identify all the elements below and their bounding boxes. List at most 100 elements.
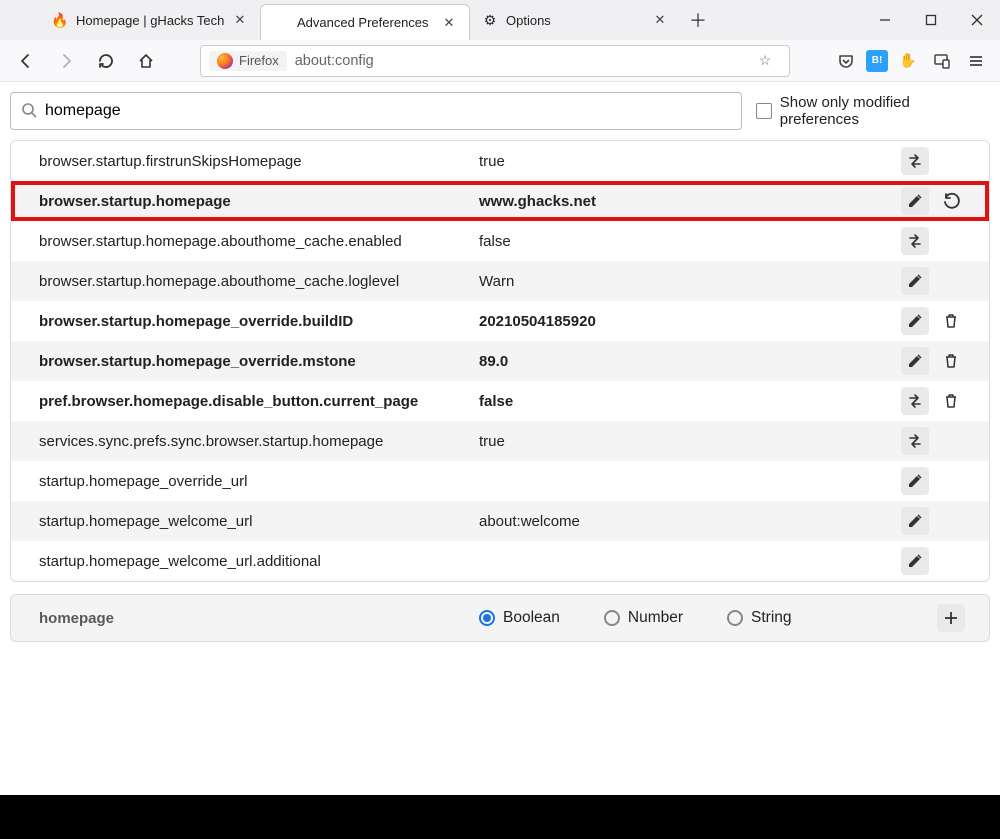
pref-row[interactable]: browser.startup.firstrunSkipsHomepagetru… [11,141,989,181]
delete-button[interactable] [937,347,965,375]
pref-name: browser.startup.firstrunSkipsHomepage [39,153,479,170]
minimize-button[interactable] [862,0,908,40]
pref-row[interactable]: startup.homepage_override_url [11,461,989,501]
toggle-button[interactable] [901,147,929,175]
url-bar[interactable]: Firefox ☆ [200,45,790,77]
pref-row[interactable]: browser.startup.homepage_override.buildI… [11,301,989,341]
toggle-button[interactable] [901,427,929,455]
pref-name: startup.homepage_welcome_url [39,513,479,530]
pref-row[interactable]: startup.homepage_welcome_urlabout:welcom… [11,501,989,541]
tab-label: Options [506,13,644,28]
pref-row[interactable]: browser.startup.homepagewww.ghacks.net [11,181,989,221]
toggle-button[interactable] [901,227,929,255]
close-icon[interactable]: ✕ [232,12,248,28]
pref-name: services.sync.prefs.sync.browser.startup… [39,433,479,450]
bookmark-star-icon[interactable]: ☆ [749,45,781,77]
new-pref-name: homepage [39,610,479,627]
radio-label: Number [628,609,683,627]
toggle-button[interactable] [901,387,929,415]
pocket-icon[interactable] [832,47,860,75]
type-radio-string[interactable]: String [727,609,792,627]
filter-row: Show only modified preferences [10,92,990,130]
pref-row[interactable]: browser.startup.homepage_override.mstone… [11,341,989,381]
radio-label: String [751,609,792,627]
add-pref-button[interactable] [937,604,965,632]
pref-value: Warn [479,273,893,290]
tab-strip: 🔥 Homepage | gHacks Technolog ✕ Advanced… [0,0,1000,40]
hatena-extension-icon[interactable]: B! [866,50,888,72]
delete-button[interactable] [937,307,965,335]
pref-row[interactable]: browser.startup.homepage.abouthome_cache… [11,261,989,301]
close-icon[interactable]: ✕ [652,12,668,28]
pref-name: browser.startup.homepage_override.buildI… [39,313,479,330]
firefox-logo-icon [217,53,233,69]
delete-button[interactable] [937,387,965,415]
pref-value: www.ghacks.net [479,193,893,210]
maximize-button[interactable] [908,0,954,40]
new-pref-row: homepage Boolean Number String [10,594,990,642]
home-button[interactable] [130,45,162,77]
tab-advanced-preferences[interactable]: Advanced Preferences ✕ [260,4,470,40]
new-pref-type-group: Boolean Number String [479,609,929,627]
pref-value: about:welcome [479,513,893,530]
pref-row[interactable]: browser.startup.homepage.abouthome_cache… [11,221,989,261]
pref-name: startup.homepage_welcome_url.additional [39,553,479,570]
pref-row[interactable]: startup.homepage_welcome_url.additional [11,541,989,581]
edit-button[interactable] [901,467,929,495]
show-only-modified-checkbox[interactable]: Show only modified preferences [756,94,990,128]
edit-button[interactable] [901,187,929,215]
edit-button[interactable] [901,307,929,335]
blank-favicon [273,15,289,31]
pref-name: browser.startup.homepage.abouthome_cache… [39,273,479,290]
hand-extension-icon[interactable]: ✋ [894,47,922,75]
nav-toolbar: Firefox ☆ B! ✋ [0,40,1000,82]
reload-button[interactable] [90,45,122,77]
radio-icon [479,610,495,626]
edit-button[interactable] [901,267,929,295]
type-radio-number[interactable]: Number [604,609,683,627]
tab-label: Homepage | gHacks Technolog [76,13,224,28]
pref-value: 20210504185920 [479,313,893,330]
radio-label: Boolean [503,609,560,627]
app-menu-button[interactable] [962,47,990,75]
search-icon [21,102,37,121]
prefs-table: browser.startup.firstrunSkipsHomepagetru… [10,140,990,582]
fire-icon: 🔥 [52,12,68,28]
aboutconfig-content: Show only modified preferences browser.s… [0,82,1000,795]
close-icon[interactable]: ✕ [441,15,457,31]
edit-button[interactable] [901,347,929,375]
edit-button[interactable] [901,547,929,575]
new-tab-button[interactable]: ＋ [680,0,716,40]
toolbar-extensions: B! ✋ [832,47,990,75]
tab-label: Advanced Preferences [297,15,433,30]
radio-icon [727,610,743,626]
pref-row[interactable]: services.sync.prefs.sync.browser.startup… [11,421,989,461]
type-radio-boolean[interactable]: Boolean [479,609,560,627]
pref-value: true [479,433,893,450]
pref-value: false [479,233,893,250]
show-only-modified-label: Show only modified preferences [780,94,990,128]
radio-icon [604,610,620,626]
reset-button[interactable] [937,187,965,215]
pref-search-box[interactable] [10,92,742,130]
pref-search-input[interactable] [45,102,731,120]
tab-ghacks[interactable]: 🔥 Homepage | gHacks Technolog ✕ [40,0,260,40]
pref-name: browser.startup.homepage_override.mstone [39,353,479,370]
pref-name: pref.browser.homepage.disable_button.cur… [39,393,479,410]
window-controls [862,0,1000,40]
edit-button[interactable] [901,507,929,535]
page-footer [0,795,1000,839]
forward-button[interactable] [50,45,82,77]
tab-options[interactable]: ⚙ Options ✕ [470,0,680,40]
identity-box[interactable]: Firefox [209,51,287,71]
pref-row[interactable]: pref.browser.homepage.disable_button.cur… [11,381,989,421]
identity-label: Firefox [239,53,279,68]
pref-value: false [479,393,893,410]
responsive-design-icon[interactable] [928,47,956,75]
address-input[interactable] [295,53,741,69]
pref-value: true [479,153,893,170]
close-window-button[interactable] [954,0,1000,40]
pref-name: startup.homepage_override_url [39,473,479,490]
back-button[interactable] [10,45,42,77]
checkbox-icon [756,103,772,119]
